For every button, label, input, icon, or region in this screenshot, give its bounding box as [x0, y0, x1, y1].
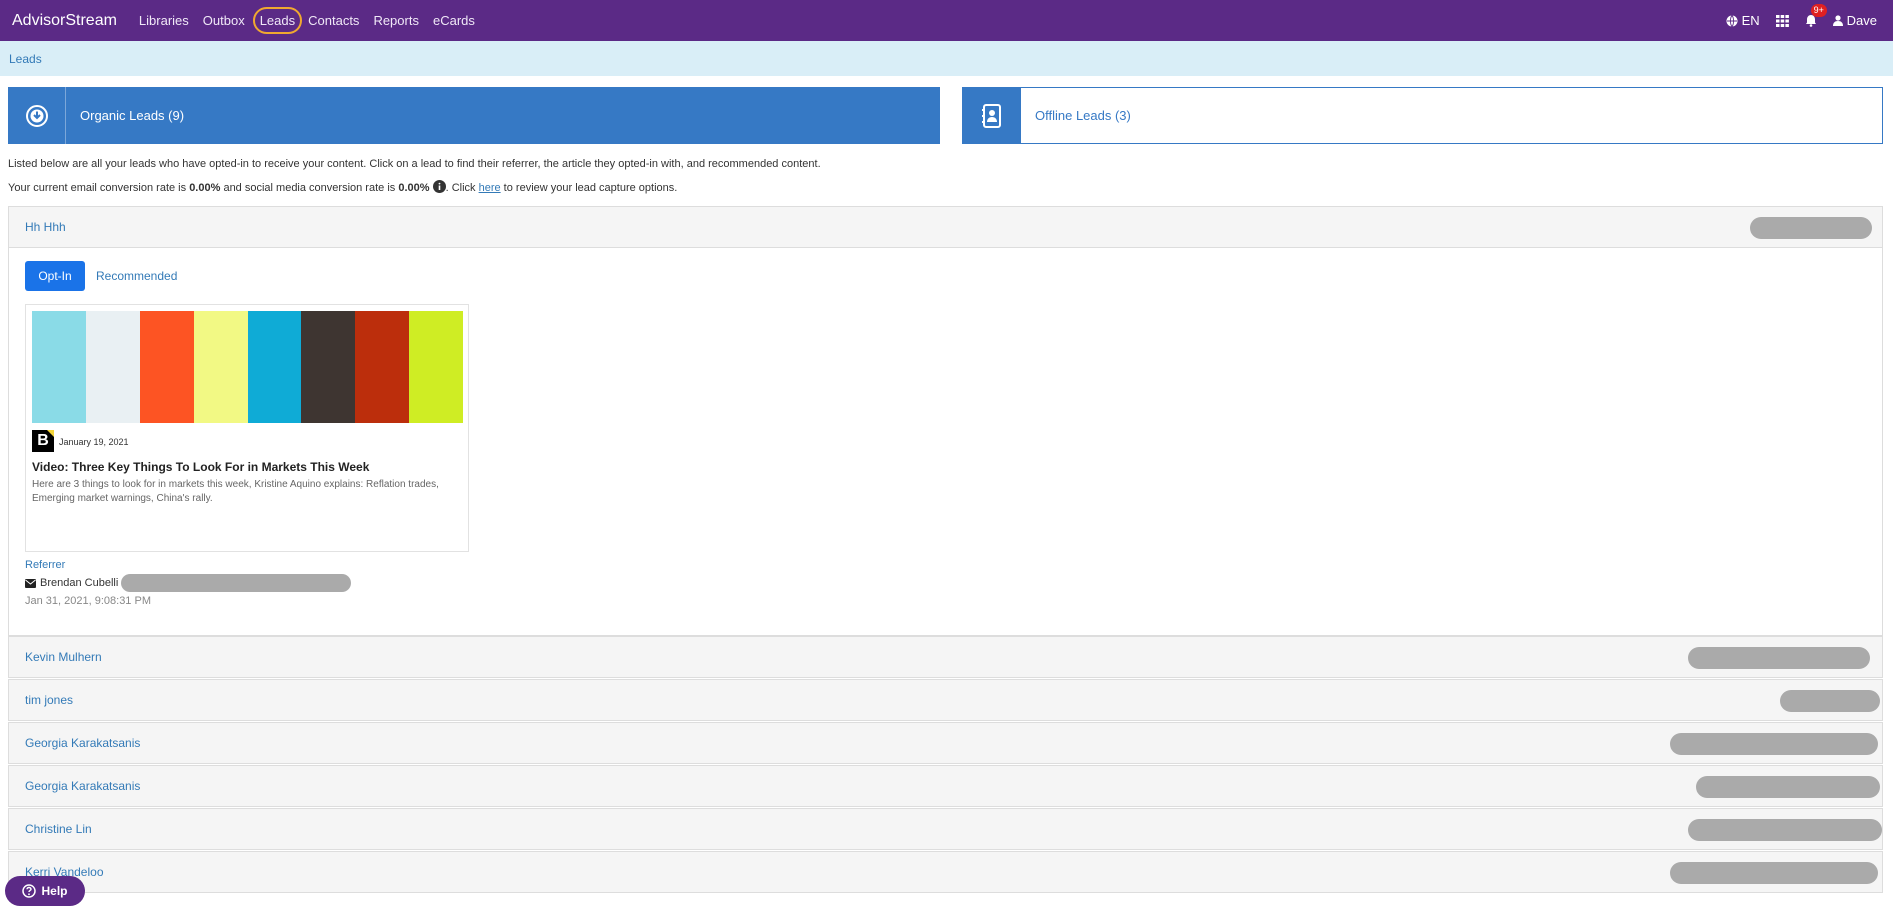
tile-icon-container: [8, 87, 66, 144]
question-circle-icon: [22, 884, 37, 898]
lead-panel: tim jones: [8, 679, 1883, 721]
redacted-email: [1780, 690, 1880, 712]
referrer-name: Brendan Cubelli: [40, 577, 119, 589]
article-card[interactable]: B January 19, 2021 Video: Three Key Thin…: [25, 304, 469, 552]
envelope-icon: [25, 578, 36, 588]
globe-icon: [1726, 14, 1738, 27]
lead-details: Opt-In Recommended B January 19, 2021 Vi…: [9, 247, 1882, 635]
lead-name[interactable]: Kevin Mulhern: [25, 650, 102, 664]
lead-name[interactable]: Georgia Karakatsanis: [25, 736, 140, 750]
user-menu[interactable]: Dave: [1832, 13, 1877, 28]
color-swatch: [247, 311, 302, 423]
lead-header[interactable]: Kerri Vandeloo: [9, 852, 1882, 892]
info-icon[interactable]: [432, 180, 446, 193]
user-name: Dave: [1846, 13, 1877, 28]
navbar-right: EN 9+ Dave: [1726, 0, 1893, 41]
lead-panel: Kerri Vandeloo: [8, 851, 1883, 893]
referrer: Brendan Cubelli: [25, 577, 118, 589]
redacted-email: [1688, 647, 1870, 669]
notifications-button[interactable]: 9+: [1805, 4, 1827, 27]
lead-name[interactable]: Georgia Karakatsanis: [25, 779, 140, 793]
lead-name[interactable]: Hh Hhh: [25, 220, 66, 234]
publisher-logo: B: [32, 430, 54, 452]
notifications-badge: 9+: [1810, 4, 1827, 17]
lead-header[interactable]: Georgia Karakatsanis: [9, 723, 1882, 763]
lead-panel-expanded: Hh Hhh Opt-In Recommended B January 19, …: [8, 206, 1883, 636]
redacted-email: [1688, 819, 1882, 841]
redacted-email: [1750, 217, 1872, 239]
nav-contacts[interactable]: Contacts: [306, 9, 361, 32]
nav-reports[interactable]: Reports: [371, 9, 421, 32]
lead-header[interactable]: Christine Lin: [9, 809, 1882, 849]
nav-leads[interactable]: Leads: [252, 7, 303, 34]
offline-leads-label: Offline Leads (3): [1035, 108, 1131, 123]
color-swatch: [139, 311, 194, 423]
color-swatch: [85, 311, 140, 423]
color-swatch: [32, 311, 86, 423]
language-label: EN: [1741, 13, 1760, 28]
tab-opt-in[interactable]: Opt-In: [25, 261, 85, 291]
download-circle-icon: [25, 104, 48, 127]
grid-icon: [1775, 14, 1789, 27]
redacted-email: [1670, 862, 1878, 884]
article-summary: Here are 3 things to look for in markets…: [32, 479, 439, 504]
lead-header[interactable]: Hh Hhh: [9, 207, 1882, 247]
lead-capture-link[interactable]: here: [479, 182, 501, 194]
color-swatch: [409, 311, 463, 423]
article-thumbnail: [32, 311, 463, 423]
color-swatch: [193, 311, 248, 423]
language-selector[interactable]: EN: [1726, 13, 1760, 28]
email-conversion-rate: 0.00%: [189, 182, 221, 194]
redacted-email: [1696, 776, 1880, 798]
referral-timestamp: Jan 31, 2021, 9:08:31 PM: [25, 595, 151, 607]
lead-panel: Christine Lin: [8, 808, 1883, 850]
lead-panel: Kevin Mulhern: [8, 636, 1883, 678]
conversion-rate-text: Your current email conversion rate is 0.…: [8, 180, 678, 194]
lead-header[interactable]: tim jones: [9, 680, 1882, 720]
lead-name[interactable]: tim jones: [25, 693, 73, 707]
article-title[interactable]: Video: Three Key Things To Look For in M…: [32, 460, 369, 474]
organic-leads-label: Organic Leads (9): [80, 108, 185, 123]
breadcrumb-leads[interactable]: Leads: [9, 52, 42, 66]
color-swatch: [355, 311, 410, 423]
brand-logo[interactable]: AdvisorStream: [12, 12, 117, 30]
redacted-referrer-email: [121, 574, 351, 592]
lead-header[interactable]: Kevin Mulhern: [9, 637, 1882, 677]
organic-leads-tile[interactable]: Organic Leads (9): [8, 87, 940, 144]
tile-icon-container: [963, 88, 1021, 143]
lead-panel: Georgia Karakatsanis: [8, 722, 1883, 764]
color-swatch: [301, 311, 356, 423]
social-conversion-rate: 0.00%: [398, 182, 430, 194]
redacted-email: [1670, 733, 1878, 755]
referrer-label: Referrer: [25, 559, 66, 571]
lead-header[interactable]: Georgia Karakatsanis: [9, 766, 1882, 806]
nav-ecards[interactable]: eCards: [431, 9, 477, 32]
user-icon: [1832, 15, 1843, 26]
nav-outbox[interactable]: Outbox: [201, 9, 247, 32]
leads-description: Listed below are all your leads who have…: [8, 158, 821, 170]
help-button[interactable]: Help: [5, 876, 85, 906]
offline-leads-tile[interactable]: Offline Leads (3): [962, 87, 1883, 144]
lead-panel: Georgia Karakatsanis: [8, 765, 1883, 807]
help-label: Help: [41, 884, 68, 898]
address-book-icon: [982, 103, 1001, 128]
apps-menu[interactable]: [1775, 14, 1789, 27]
breadcrumb: Leads: [0, 41, 1893, 76]
article-date: January 19, 2021: [59, 437, 129, 447]
lead-name[interactable]: Christine Lin: [25, 822, 92, 836]
top-navbar: AdvisorStream Libraries Outbox Leads Con…: [0, 0, 1893, 41]
nav-libraries[interactable]: Libraries: [137, 9, 191, 32]
tab-recommended[interactable]: Recommended: [96, 269, 177, 283]
